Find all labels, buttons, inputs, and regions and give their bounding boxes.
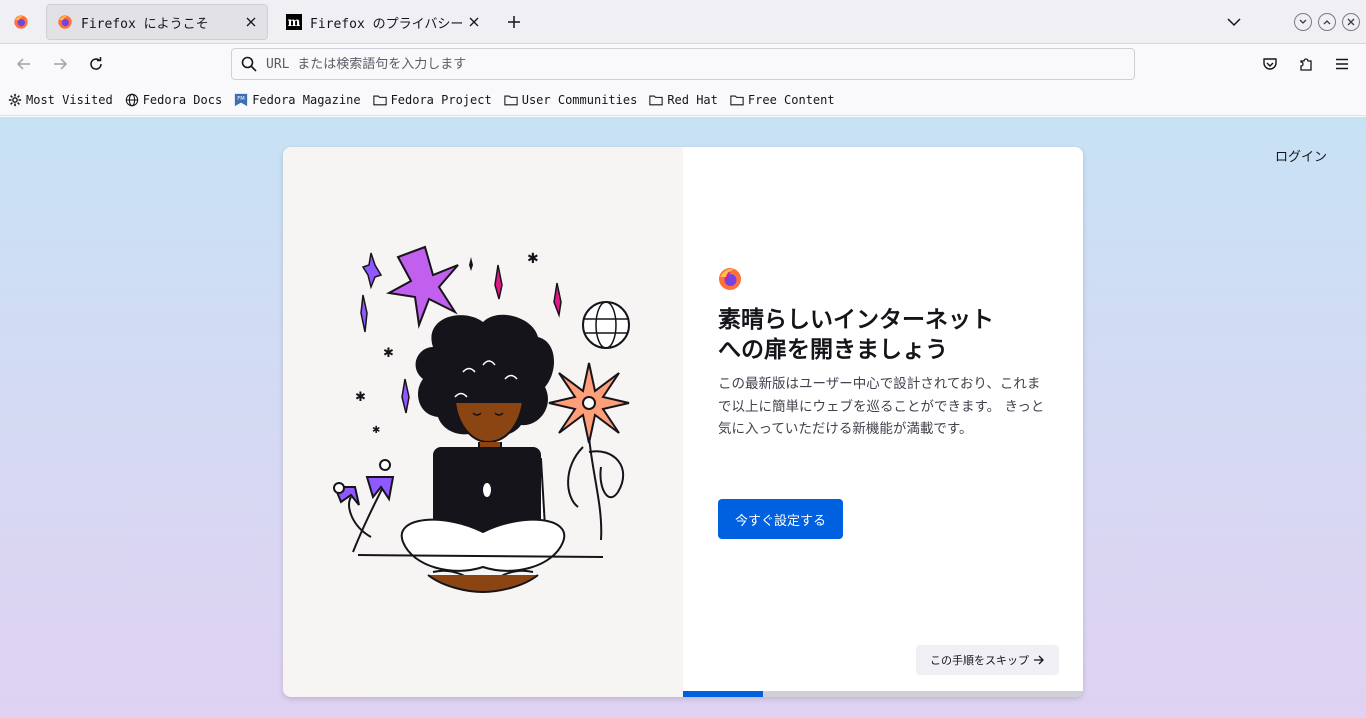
login-link[interactable]: ログイン bbox=[1275, 146, 1327, 165]
chevron-down-icon bbox=[1227, 18, 1241, 27]
fedora-magazine-icon: FM bbox=[235, 93, 248, 106]
gear-icon bbox=[8, 93, 22, 106]
close-tab-icon[interactable] bbox=[241, 12, 261, 32]
bookmark-fedora-docs[interactable]: Fedora Docs bbox=[125, 93, 222, 107]
bookmark-label: Fedora Docs bbox=[142, 92, 223, 107]
page-content: ログイン ✱ ✱ ✱ ✱ 素晴らしいインターネット への扉を開きましょう この最… bbox=[0, 117, 1366, 718]
bookmark-label: User Communities bbox=[521, 92, 638, 107]
bookmark-folder-free-content[interactable]: Free Content bbox=[730, 93, 835, 107]
pocket-button[interactable] bbox=[1258, 52, 1282, 76]
bookmark-label: Fedora Magazine bbox=[252, 92, 361, 107]
arrow-right-icon bbox=[54, 58, 68, 70]
svg-text:m: m bbox=[288, 15, 301, 29]
skip-label: この手順をスキップ bbox=[930, 654, 1029, 667]
bookmark-label: Fedora Project bbox=[390, 92, 492, 107]
onboarding-card: ✱ ✱ ✱ ✱ 素晴らしいインターネット への扉を開きましょう この最新版はユー… bbox=[283, 147, 1083, 697]
close-tab-icon[interactable] bbox=[464, 12, 484, 32]
extensions-button[interactable] bbox=[1294, 52, 1318, 76]
page-description: この最新版はユーザー中心で設計されており、これまで以上に簡単にウェブを巡ることが… bbox=[718, 376, 1045, 437]
bookmark-label: Most Visited bbox=[26, 92, 113, 107]
setup-now-button[interactable]: 今すぐ設定する bbox=[718, 499, 843, 539]
tab-welcome[interactable]: Firefox にようこそ bbox=[46, 4, 268, 40]
tab-title: Firefox のプライバシーに関する通知 bbox=[310, 16, 464, 32]
svg-text:✱: ✱ bbox=[355, 390, 366, 405]
arrow-left-icon bbox=[16, 58, 30, 70]
bookmark-folder-fedora-project[interactable]: Fedora Project bbox=[372, 92, 492, 107]
globe-icon bbox=[125, 93, 138, 106]
app-menu-button[interactable] bbox=[1330, 52, 1354, 76]
reload-button[interactable] bbox=[84, 52, 108, 76]
pocket-icon bbox=[1263, 58, 1277, 70]
bookmarks-toolbar: Most Visited Fedora Docs FM Fedora Magaz… bbox=[0, 84, 1366, 116]
svg-text:✱: ✱ bbox=[383, 346, 394, 361]
firefox-view-button[interactable] bbox=[0, 0, 42, 44]
illustration-panel: ✱ ✱ ✱ ✱ bbox=[283, 147, 683, 697]
bookmark-label: Free Content bbox=[747, 92, 835, 107]
minimize-icon bbox=[1299, 19, 1307, 24]
maximize-button[interactable] bbox=[1318, 13, 1336, 31]
svg-text:✱: ✱ bbox=[372, 425, 380, 436]
headline-line-2: への扉を開きましょう bbox=[718, 337, 948, 363]
svg-text:✱: ✱ bbox=[527, 251, 539, 267]
bookmark-fedora-magazine[interactable]: FM Fedora Magazine bbox=[234, 92, 361, 107]
plus-icon bbox=[508, 16, 520, 28]
search-icon bbox=[241, 56, 257, 72]
new-tab-button[interactable] bbox=[503, 11, 525, 33]
folder-icon bbox=[504, 95, 518, 105]
back-button[interactable] bbox=[12, 52, 36, 76]
reload-icon bbox=[90, 57, 102, 70]
bookmark-label: Red Hat bbox=[667, 92, 718, 107]
close-icon bbox=[1347, 18, 1355, 26]
maximize-icon bbox=[1323, 20, 1331, 25]
page-headline: 素晴らしいインターネット への扉を開きましょう bbox=[718, 305, 1058, 365]
tab-strip: Firefox にようこそ m Firefox のプライバシーに関する通知 bbox=[0, 0, 1366, 44]
bookmark-folder-user-communities[interactable]: User Communities bbox=[504, 92, 638, 107]
folder-icon bbox=[649, 95, 663, 105]
arrow-right-icon bbox=[1034, 655, 1044, 665]
firefox-logo-icon bbox=[719, 268, 741, 290]
person-with-laptop-illustration: ✱ ✱ ✱ ✱ bbox=[333, 245, 630, 594]
hamburger-menu-icon bbox=[1336, 58, 1348, 70]
svg-text:FM: FM bbox=[237, 96, 245, 102]
folder-icon bbox=[372, 95, 387, 105]
firefox-logo-icon bbox=[14, 15, 28, 29]
minimize-button[interactable] bbox=[1294, 13, 1312, 31]
progress-fill bbox=[683, 691, 763, 697]
onboarding-progress-bar bbox=[683, 691, 1083, 697]
folder-icon bbox=[730, 95, 744, 105]
mozilla-favicon-icon: m bbox=[286, 14, 302, 30]
list-all-tabs-button[interactable] bbox=[1224, 12, 1244, 32]
skip-step-button[interactable]: この手順をスキップ bbox=[916, 645, 1059, 675]
bookmark-folder-red-hat[interactable]: Red Hat bbox=[649, 93, 718, 107]
bookmark-most-visited[interactable]: Most Visited bbox=[8, 93, 113, 107]
headline-line-1: 素晴らしいインターネット bbox=[718, 307, 994, 333]
navigation-toolbar bbox=[0, 44, 1366, 84]
tab-privacy-notice[interactable]: m Firefox のプライバシーに関する通知 bbox=[276, 4, 490, 40]
firefox-favicon-icon bbox=[58, 15, 72, 29]
url-input[interactable] bbox=[266, 56, 1134, 72]
tab-title: Firefox にようこそ bbox=[81, 16, 209, 32]
url-bar[interactable] bbox=[231, 48, 1135, 80]
puzzle-piece-icon bbox=[1300, 58, 1312, 71]
close-window-button[interactable] bbox=[1342, 13, 1360, 31]
forward-button[interactable] bbox=[48, 52, 72, 76]
content-panel: 素晴らしいインターネット への扉を開きましょう この最新版はユーザー中心で設計さ… bbox=[683, 147, 1083, 697]
